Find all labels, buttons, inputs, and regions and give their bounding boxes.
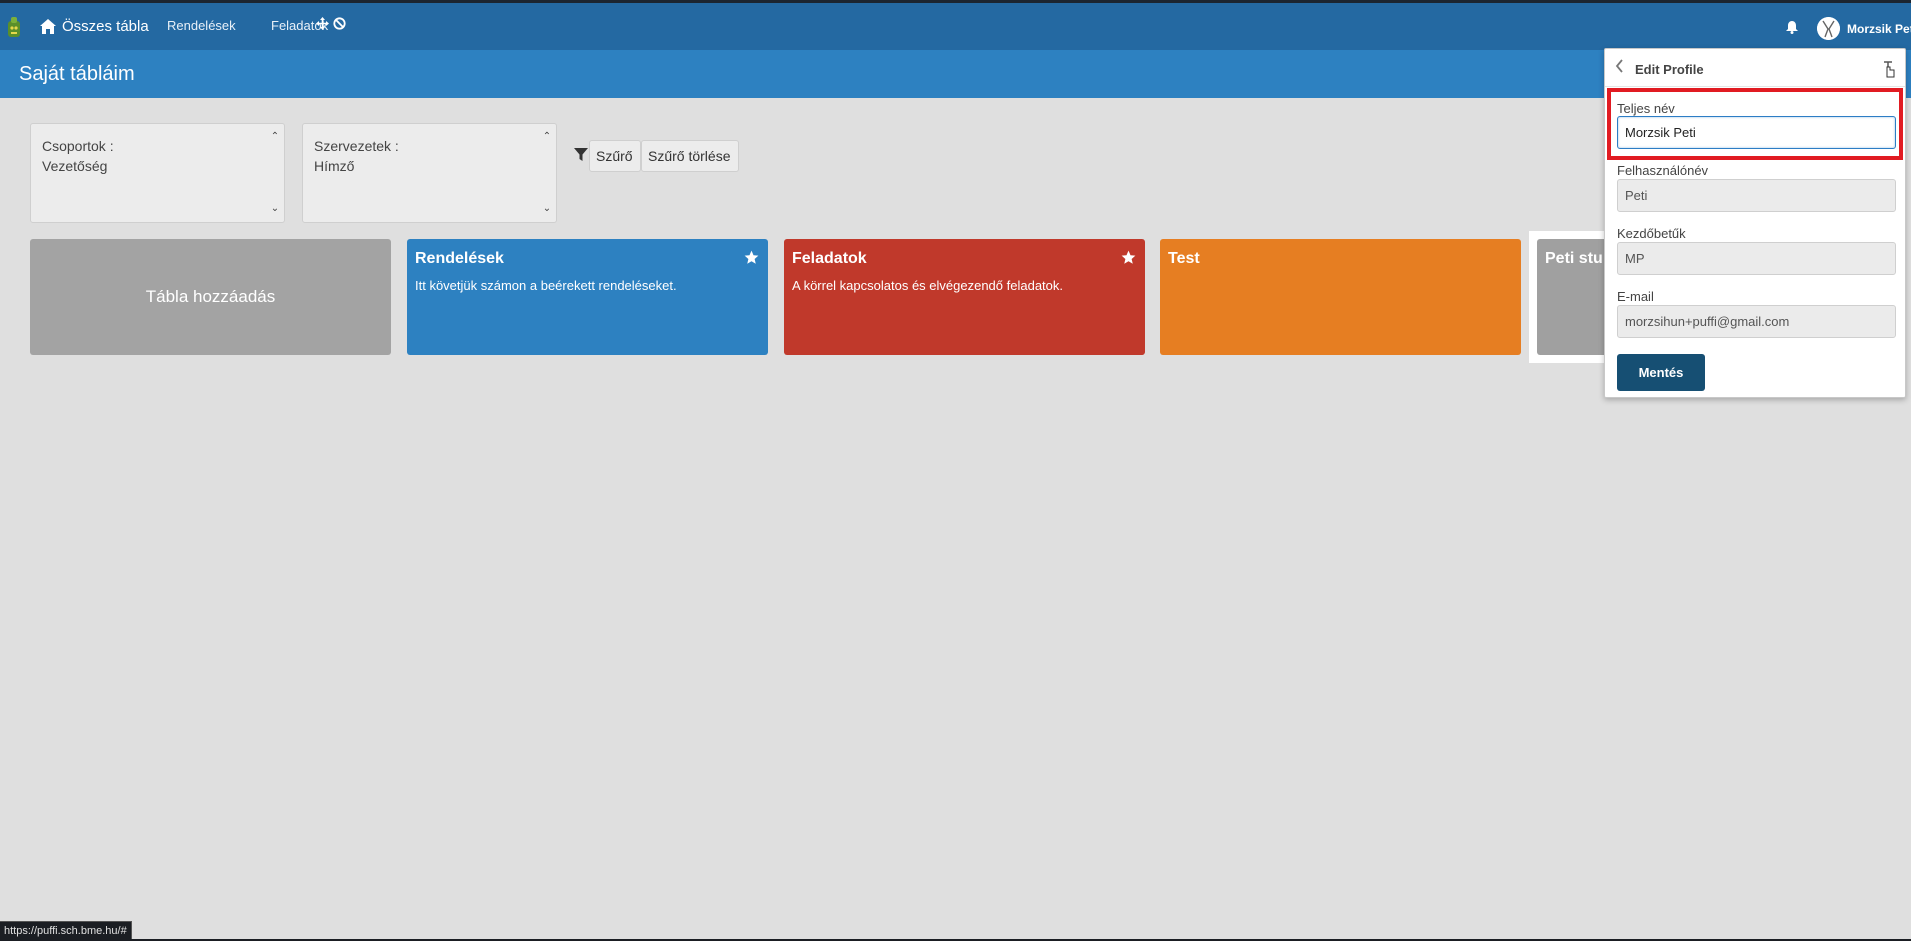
board-description: Itt követjük számon a beérekett rendelés…	[415, 278, 677, 293]
ban-icon[interactable]	[333, 17, 346, 30]
groups-select[interactable]: Csoportok : Vezetőség ⌃ ⌄	[30, 123, 285, 223]
board-card-test[interactable]: Test	[1160, 239, 1521, 355]
filter-icon	[574, 148, 588, 161]
orgs-select-value[interactable]: Hímző	[314, 156, 545, 176]
chevron-up-icon[interactable]: ⌃	[271, 127, 279, 147]
highlight-box	[1607, 88, 1903, 160]
page-title: Saját tábláim	[19, 63, 135, 85]
app-logo-icon[interactable]	[6, 17, 22, 39]
move-icon[interactable]	[316, 17, 329, 30]
initials-field[interactable]	[1617, 242, 1896, 275]
avatar[interactable]	[1817, 17, 1840, 40]
board-title: Feladatok	[792, 250, 867, 267]
board-description: A körrel kapcsolatos és elvégezendő fela…	[792, 278, 1064, 293]
groups-scroll-arrows[interactable]: ⌃ ⌄	[269, 127, 281, 219]
chevron-down-icon[interactable]: ⌄	[271, 199, 279, 219]
home-icon	[40, 19, 56, 34]
status-bar-url: https://puffi.sch.bme.hu/#	[0, 921, 132, 939]
board-card-tasks[interactable]: Feladatok A körrel kapcsolatos és elvége…	[784, 239, 1145, 355]
initials-label: Kezdőbetűk	[1617, 226, 1686, 241]
save-button[interactable]: Mentés	[1617, 354, 1705, 391]
nav-all-boards[interactable]: Összes tábla	[40, 18, 149, 35]
nav-all-boards-label: Összes tábla	[62, 18, 149, 35]
orgs-select[interactable]: Szervezetek : Hímző ⌃ ⌄	[302, 123, 557, 223]
star-icon[interactable]	[1121, 250, 1136, 265]
star-icon[interactable]	[744, 250, 759, 265]
email-field[interactable]	[1617, 305, 1896, 338]
board-title: Rendelések	[415, 250, 504, 267]
username-label: Felhasználónév	[1617, 163, 1709, 178]
user-avatar-icon	[1817, 17, 1840, 40]
orgs-select-label: Szervezetek :	[314, 138, 399, 154]
groups-select-value[interactable]: Vezetőség	[42, 156, 273, 176]
chevron-up-icon[interactable]: ⌃	[543, 127, 551, 147]
groups-select-label: Csoportok :	[42, 138, 114, 154]
username-field[interactable]	[1617, 179, 1896, 212]
top-navbar: Összes tábla Rendelések Feladatok Morzsi…	[0, 0, 1911, 50]
clear-filter-button[interactable]: Szűrő törlése	[641, 140, 739, 172]
board-title: Peti stu	[1545, 250, 1603, 267]
board-card-orders[interactable]: Rendelések Itt követjük számon a beéreke…	[407, 239, 768, 355]
chevron-down-icon[interactable]: ⌄	[543, 199, 551, 219]
user-name[interactable]: Morzsik Peti	[1847, 22, 1911, 36]
filter-button[interactable]: Szűrő	[589, 140, 641, 172]
board-title: Test	[1168, 250, 1200, 267]
orgs-scroll-arrows[interactable]: ⌃ ⌄	[541, 127, 553, 219]
add-board-label: Tábla hozzáadás	[145, 287, 276, 306]
close-icon[interactable]	[1881, 59, 1897, 79]
add-board-card[interactable]: Tábla hozzáadás	[30, 239, 391, 355]
panel-header: Edit Profile	[1605, 49, 1905, 87]
email-label: E-mail	[1617, 289, 1654, 304]
chevron-left-icon[interactable]	[1615, 59, 1625, 73]
bell-icon[interactable]	[1786, 21, 1798, 34]
nav-link-orders[interactable]: Rendelések	[167, 18, 236, 33]
panel-title: Edit Profile	[1635, 62, 1704, 77]
